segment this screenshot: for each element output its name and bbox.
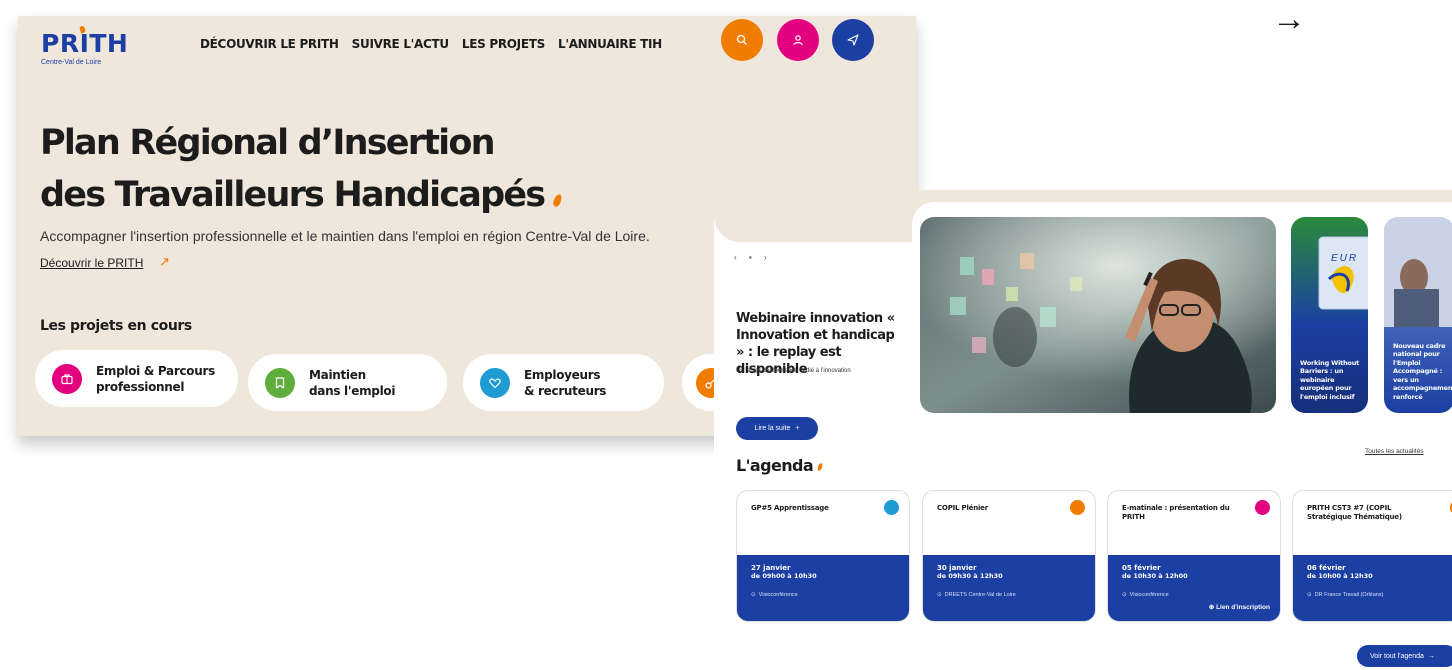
- event-card[interactable]: E-matinale : présentation du PRITH 05 fé…: [1107, 490, 1281, 622]
- registration-link[interactable]: ⊕ Lien d'inscription: [1209, 603, 1270, 611]
- people-meeting-image: [1384, 217, 1452, 327]
- event-date: 30 janvier: [937, 564, 977, 572]
- event-title: E-matinale : présentation du PRITH: [1122, 504, 1230, 521]
- slider-controls[interactable]: ‹ ▪ ›: [734, 253, 772, 262]
- category-badge-icon: [1255, 500, 1270, 515]
- project-label-line2: dans l'emploi: [309, 383, 396, 398]
- discover-link[interactable]: Découvrir le PRITH: [40, 256, 143, 270]
- event-card[interactable]: PRITH CST3 #7 (COPIL Stratégique Thémati…: [1292, 490, 1452, 622]
- read-more-label: Lire la suite: [754, 425, 791, 432]
- eu-banner-text: EUR: [1331, 253, 1359, 264]
- project-label: Maintien dans l'emploi: [309, 367, 437, 399]
- event-card-header: COPIL Plénier: [923, 491, 1095, 553]
- event-date: 27 janvier: [751, 564, 791, 572]
- search-button[interactable]: [721, 19, 763, 61]
- logo-subtitle: Centre-Val de Loire: [41, 59, 102, 66]
- send-icon: [847, 34, 859, 46]
- news-card-label: Nouveau cadre national pour l'Emploi Acc…: [1393, 341, 1452, 401]
- read-more-button[interactable]: Lire la suite +: [736, 417, 818, 440]
- event-location-label: Visioconférence: [758, 592, 798, 598]
- project-label-line1: Maintien: [309, 367, 366, 382]
- event-time: de 09h00 à 10h30: [751, 572, 817, 580]
- screenshot-stage: PRITH Centre-Val de Loire DÉCOUVRIR LE P…: [0, 0, 1452, 670]
- event-details: 30 janvier de 09h30 à 12h30 ⊙ DREETS Cen…: [923, 555, 1095, 621]
- category-badge-icon: [1070, 500, 1085, 515]
- see-all-agenda-label: Voir tout l'agenda: [1370, 652, 1424, 660]
- event-card[interactable]: COPIL Plénier 30 janvier de 09h30 à 12h3…: [922, 490, 1096, 622]
- title-accent-dot: [552, 193, 564, 208]
- event-time: de 10h30 à 12h00: [1122, 572, 1188, 580]
- agenda-accent-dot: [816, 462, 824, 472]
- main-nav: DÉCOUVRIR LE PRITH SUIVRE L'ACTU LES PRO…: [200, 37, 662, 51]
- arrow-right-icon: →: [1427, 652, 1435, 660]
- project-label-line2: professionnel: [96, 379, 185, 394]
- nav-item-annuaire[interactable]: L'ANNUAIRE TIH: [558, 37, 662, 51]
- category-badge-icon: [884, 500, 899, 515]
- hero-title: Plan Régional d’Insertion des Travailleu…: [40, 117, 564, 221]
- eu-banner-image: [1318, 236, 1368, 310]
- account-button[interactable]: [777, 19, 819, 61]
- event-location-label: DREETS Centre-Val de Loire: [944, 592, 1016, 598]
- nav-item-projets[interactable]: LES PROJETS: [462, 37, 545, 51]
- search-icon: [736, 34, 747, 45]
- heart-icon: [480, 367, 510, 398]
- event-details: 27 janvier de 09h00 à 10h30 ⊙ Visioconfé…: [737, 555, 909, 621]
- project-label: Emploi & Parcours professionnel: [96, 363, 224, 395]
- projects-heading: Les projets en cours: [40, 318, 192, 334]
- briefcase-icon: [52, 363, 82, 394]
- arrow-up-right-icon: ↗: [159, 254, 170, 269]
- event-location: ⊙ DREETS Centre-Val de Loire: [937, 592, 1016, 598]
- news-card-emploi-accompagne[interactable]: Nouveau cadre national pour l'Emploi Acc…: [1384, 217, 1452, 413]
- plus-icon: +: [795, 425, 800, 432]
- news-photo[interactable]: [920, 217, 1276, 413]
- event-card-header: E-matinale : présentation du PRITH: [1108, 491, 1280, 553]
- event-date: 06 février: [1307, 564, 1346, 572]
- registration-link-label: Lien d'inscription: [1216, 604, 1270, 611]
- contact-button[interactable]: [832, 19, 874, 61]
- event-location-label: DR France Travail (Orléans): [1314, 592, 1384, 598]
- hero-title-line2: des Travailleurs Handicapés: [40, 175, 546, 215]
- event-title: COPIL Plénier: [937, 504, 988, 512]
- logo-word: PRITH: [41, 29, 129, 58]
- event-card-header: GP#5 Apprentissage: [737, 491, 909, 553]
- event-date: 05 février: [1122, 564, 1161, 572]
- news-card-working-without-barriers[interactable]: EUR Working Without Barriers : un webina…: [1291, 217, 1368, 413]
- project-label-line1: Employeurs: [524, 367, 601, 382]
- project-label: Employeurs & recruteurs: [524, 367, 652, 399]
- event-location-label: Visioconférence: [1129, 592, 1169, 598]
- event-card[interactable]: GP#5 Apprentissage 27 janvier de 09h00 à…: [736, 490, 910, 622]
- event-details: 05 février de 10h30 à 12h00 ⊙ Visioconfé…: [1108, 555, 1280, 621]
- all-news-link[interactable]: Toutes les actualités: [1365, 448, 1424, 455]
- event-location: ⊙ DR France Travail (Orléans): [1307, 592, 1384, 598]
- agenda-heading-label: L'agenda: [736, 456, 814, 475]
- office-brainstorm-photo: [920, 217, 1276, 413]
- event-title: PRITH CST3 #7 (COPIL Stratégique Thémati…: [1307, 504, 1402, 521]
- project-card-maintien[interactable]: Maintien dans l'emploi: [248, 354, 447, 411]
- project-card-employeurs[interactable]: Employeurs & recruteurs: [463, 354, 664, 411]
- event-card-header: PRITH CST3 #7 (COPIL Stratégique Thémati…: [1293, 491, 1452, 553]
- event-time: de 10h00 à 12h30: [1307, 572, 1373, 580]
- nav-item-actu[interactable]: SUIVRE L'ACTU: [352, 37, 450, 51]
- see-all-agenda-button[interactable]: Voir tout l'agenda →: [1357, 645, 1452, 667]
- event-location: ⊙ Visioconférence: [751, 592, 798, 598]
- news-description: Un temps d’information dédié à l’innovat…: [736, 368, 851, 374]
- project-label-line2: & recruteurs: [524, 383, 607, 398]
- agenda-heading: L'agenda: [736, 456, 824, 475]
- user-icon: [793, 35, 803, 46]
- event-location: ⊙ Visioconférence: [1122, 592, 1169, 598]
- bookmark-icon: [265, 367, 295, 398]
- news-card-label: Working Without Barriers : un webinaire …: [1300, 358, 1360, 401]
- arrow-right-icon: →: [1272, 0, 1306, 38]
- hero-subtitle: Accompagner l'insertion professionnelle …: [40, 228, 650, 244]
- hero-title-line1: Plan Régional d’Insertion: [40, 123, 495, 163]
- project-label-line1: Emploi & Parcours: [96, 363, 215, 378]
- prith-logo[interactable]: PRITH Centre-Val de Loire: [41, 25, 129, 66]
- event-details: 06 février de 10h00 à 12h30 ⊙ DR France …: [1293, 555, 1452, 621]
- news-agenda-panel: ‹ ▪ › Webinaire innovation « Innovation …: [714, 190, 1452, 670]
- project-card-emploi[interactable]: Emploi & Parcours professionnel: [35, 350, 238, 407]
- event-title: GP#5 Apprentissage: [751, 504, 829, 512]
- event-time: de 09h30 à 12h30: [937, 572, 1003, 580]
- nav-item-decouvrir[interactable]: DÉCOUVRIR LE PRITH: [200, 37, 339, 51]
